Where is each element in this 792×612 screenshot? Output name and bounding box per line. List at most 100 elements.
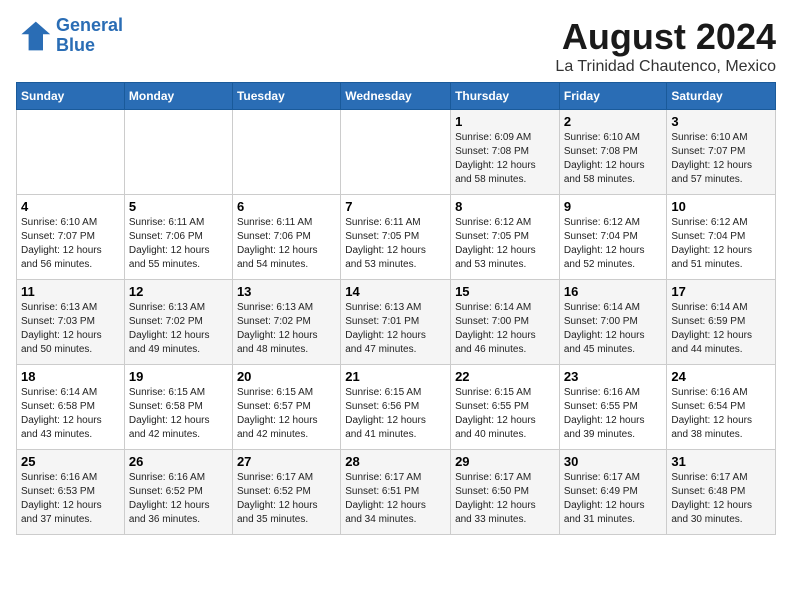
day-info: Sunrise: 6:15 AM Sunset: 6:58 PM Dayligh… xyxy=(129,386,228,442)
calendar-cell: 14 Sunrise: 6:13 AM Sunset: 7:01 PM Dayli… xyxy=(341,280,451,365)
weekday-header-cell: Tuesday xyxy=(232,83,340,110)
calendar-cell: 3 Sunrise: 6:10 AM Sunset: 7:07 PM Daylig… xyxy=(667,110,776,195)
day-info: Sunrise: 6:09 AM Sunset: 7:08 PM Dayligh… xyxy=(455,131,555,187)
calendar-cell: 29Sunrise: 6:17 AM Sunset: 6:50 PM Dayli… xyxy=(451,450,560,535)
calendar-cell: 25 Sunrise: 6:16 AM Sunset: 6:53 PM Dayli… xyxy=(17,450,125,535)
logo-line1: General xyxy=(56,15,123,35)
day-number: 21 xyxy=(345,369,446,384)
day-info: Sunrise: 6:14 AM Sunset: 7:00 PM Dayligh… xyxy=(564,301,663,357)
day-info: Sunrise: 6:12 AM Sunset: 7:04 PM Dayligh… xyxy=(564,216,663,272)
day-info: Sunrise: 6:17 AM Sunset: 6:48 PM Dayligh… xyxy=(671,471,771,527)
calendar-cell: 7Sunrise: 6:11 AM Sunset: 7:05 PM Daylig… xyxy=(341,195,451,280)
calendar-cell: 15 Sunrise: 6:14 AM Sunset: 7:00 PM Dayli… xyxy=(451,280,560,365)
day-number: 13 xyxy=(237,284,336,299)
day-number: 26 xyxy=(129,454,228,469)
day-info: Sunrise: 6:14 AM Sunset: 7:00 PM Dayligh… xyxy=(455,301,555,357)
day-info: Sunrise: 6:16 AM Sunset: 6:54 PM Dayligh… xyxy=(671,386,771,442)
day-number: 16 xyxy=(564,284,663,299)
day-number: 14 xyxy=(345,284,446,299)
day-number: 3 xyxy=(671,114,771,129)
calendar-cell: 22Sunrise: 6:15 AM Sunset: 6:55 PM Dayli… xyxy=(451,365,560,450)
day-info: Sunrise: 6:15 AM Sunset: 6:57 PM Dayligh… xyxy=(237,386,336,442)
day-number: 27 xyxy=(237,454,336,469)
day-number: 10 xyxy=(671,199,771,214)
day-number: 25 xyxy=(21,454,120,469)
weekday-header-cell: Monday xyxy=(124,83,232,110)
logo-icon xyxy=(16,18,52,54)
calendar-cell: 1Sunrise: 6:09 AM Sunset: 7:08 PM Daylig… xyxy=(451,110,560,195)
day-info: Sunrise: 6:10 AM Sunset: 7:08 PM Dayligh… xyxy=(564,131,663,187)
day-info: Sunrise: 6:14 AM Sunset: 6:59 PM Dayligh… xyxy=(671,301,771,357)
calendar-week-row: 1Sunrise: 6:09 AM Sunset: 7:08 PM Daylig… xyxy=(17,110,776,195)
day-info: Sunrise: 6:12 AM Sunset: 7:05 PM Dayligh… xyxy=(455,216,555,272)
logo-text: General Blue xyxy=(56,16,123,56)
day-info: Sunrise: 6:12 AM Sunset: 7:04 PM Dayligh… xyxy=(671,216,771,272)
calendar-cell: 12Sunrise: 6:13 AM Sunset: 7:02 PM Dayli… xyxy=(124,280,232,365)
calendar-cell xyxy=(124,110,232,195)
calendar-table: SundayMondayTuesdayWednesdayThursdayFrid… xyxy=(16,82,776,535)
calendar-cell: 2 Sunrise: 6:10 AM Sunset: 7:08 PM Daylig… xyxy=(559,110,667,195)
day-number: 8 xyxy=(455,199,555,214)
calendar-cell: 5Sunrise: 6:11 AM Sunset: 7:06 PM Daylig… xyxy=(124,195,232,280)
day-info: Sunrise: 6:13 AM Sunset: 7:03 PM Dayligh… xyxy=(21,301,120,357)
day-number: 28 xyxy=(345,454,446,469)
calendar-body: 1Sunrise: 6:09 AM Sunset: 7:08 PM Daylig… xyxy=(17,110,776,535)
day-number: 17 xyxy=(671,284,771,299)
calendar-cell: 31 Sunrise: 6:17 AM Sunset: 6:48 PM Dayli… xyxy=(667,450,776,535)
day-info: Sunrise: 6:13 AM Sunset: 7:01 PM Dayligh… xyxy=(345,301,446,357)
day-number: 29 xyxy=(455,454,555,469)
day-number: 19 xyxy=(129,369,228,384)
day-number: 15 xyxy=(455,284,555,299)
day-info: Sunrise: 6:10 AM Sunset: 7:07 PM Dayligh… xyxy=(671,131,771,187)
calendar-week-row: 18Sunrise: 6:14 AM Sunset: 6:58 PM Dayli… xyxy=(17,365,776,450)
calendar-cell: 16 Sunrise: 6:14 AM Sunset: 7:00 PM Dayli… xyxy=(559,280,667,365)
day-number: 20 xyxy=(237,369,336,384)
day-info: Sunrise: 6:16 AM Sunset: 6:53 PM Dayligh… xyxy=(21,471,120,527)
day-number: 11 xyxy=(21,284,120,299)
calendar-cell: 27 Sunrise: 6:17 AM Sunset: 6:52 PM Dayli… xyxy=(232,450,340,535)
day-number: 5 xyxy=(129,199,228,214)
calendar-cell: 11 Sunrise: 6:13 AM Sunset: 7:03 PM Dayli… xyxy=(17,280,125,365)
day-number: 23 xyxy=(564,369,663,384)
calendar-cell xyxy=(232,110,340,195)
calendar-cell: 8 Sunrise: 6:12 AM Sunset: 7:05 PM Daylig… xyxy=(451,195,560,280)
weekday-header-cell: Wednesday xyxy=(341,83,451,110)
header: General Blue August 2024 La Trinidad Cha… xyxy=(16,16,776,76)
day-number: 31 xyxy=(671,454,771,469)
day-info: Sunrise: 6:16 AM Sunset: 6:55 PM Dayligh… xyxy=(564,386,663,442)
calendar-cell: 26Sunrise: 6:16 AM Sunset: 6:52 PM Dayli… xyxy=(124,450,232,535)
day-info: Sunrise: 6:10 AM Sunset: 7:07 PM Dayligh… xyxy=(21,216,120,272)
calendar-cell: 17 Sunrise: 6:14 AM Sunset: 6:59 PM Dayli… xyxy=(667,280,776,365)
logo-line2: Blue xyxy=(56,35,95,55)
calendar-cell: 23 Sunrise: 6:16 AM Sunset: 6:55 PM Dayli… xyxy=(559,365,667,450)
calendar-cell xyxy=(17,110,125,195)
calendar-cell: 4Sunrise: 6:10 AM Sunset: 7:07 PM Daylig… xyxy=(17,195,125,280)
weekday-header-cell: Saturday xyxy=(667,83,776,110)
calendar-cell: 9Sunrise: 6:12 AM Sunset: 7:04 PM Daylig… xyxy=(559,195,667,280)
weekday-header-cell: Sunday xyxy=(17,83,125,110)
calendar-cell: 30 Sunrise: 6:17 AM Sunset: 6:49 PM Dayli… xyxy=(559,450,667,535)
calendar-cell: 24 Sunrise: 6:16 AM Sunset: 6:54 PM Dayli… xyxy=(667,365,776,450)
calendar-cell: 19 Sunrise: 6:15 AM Sunset: 6:58 PM Dayli… xyxy=(124,365,232,450)
weekday-header-cell: Thursday xyxy=(451,83,560,110)
weekday-header-cell: Friday xyxy=(559,83,667,110)
day-info: Sunrise: 6:14 AM Sunset: 6:58 PM Dayligh… xyxy=(21,386,120,442)
calendar-cell: 18Sunrise: 6:14 AM Sunset: 6:58 PM Dayli… xyxy=(17,365,125,450)
title-area: August 2024 La Trinidad Chautenco, Mexic… xyxy=(555,16,776,76)
calendar-cell: 6Sunrise: 6:11 AM Sunset: 7:06 PM Daylig… xyxy=(232,195,340,280)
day-info: Sunrise: 6:13 AM Sunset: 7:02 PM Dayligh… xyxy=(129,301,228,357)
day-info: Sunrise: 6:13 AM Sunset: 7:02 PM Dayligh… xyxy=(237,301,336,357)
day-info: Sunrise: 6:17 AM Sunset: 6:52 PM Dayligh… xyxy=(237,471,336,527)
calendar-cell: 13 Sunrise: 6:13 AM Sunset: 7:02 PM Dayli… xyxy=(232,280,340,365)
day-info: Sunrise: 6:15 AM Sunset: 6:55 PM Dayligh… xyxy=(455,386,555,442)
calendar-cell xyxy=(341,110,451,195)
day-number: 30 xyxy=(564,454,663,469)
calendar-cell: 10 Sunrise: 6:12 AM Sunset: 7:04 PM Dayli… xyxy=(667,195,776,280)
day-info: Sunrise: 6:17 AM Sunset: 6:49 PM Dayligh… xyxy=(564,471,663,527)
day-number: 6 xyxy=(237,199,336,214)
day-info: Sunrise: 6:11 AM Sunset: 7:05 PM Dayligh… xyxy=(345,216,446,272)
day-number: 2 xyxy=(564,114,663,129)
calendar-week-row: 11 Sunrise: 6:13 AM Sunset: 7:03 PM Dayli… xyxy=(17,280,776,365)
day-number: 24 xyxy=(671,369,771,384)
weekday-header-row: SundayMondayTuesdayWednesdayThursdayFrid… xyxy=(17,83,776,110)
